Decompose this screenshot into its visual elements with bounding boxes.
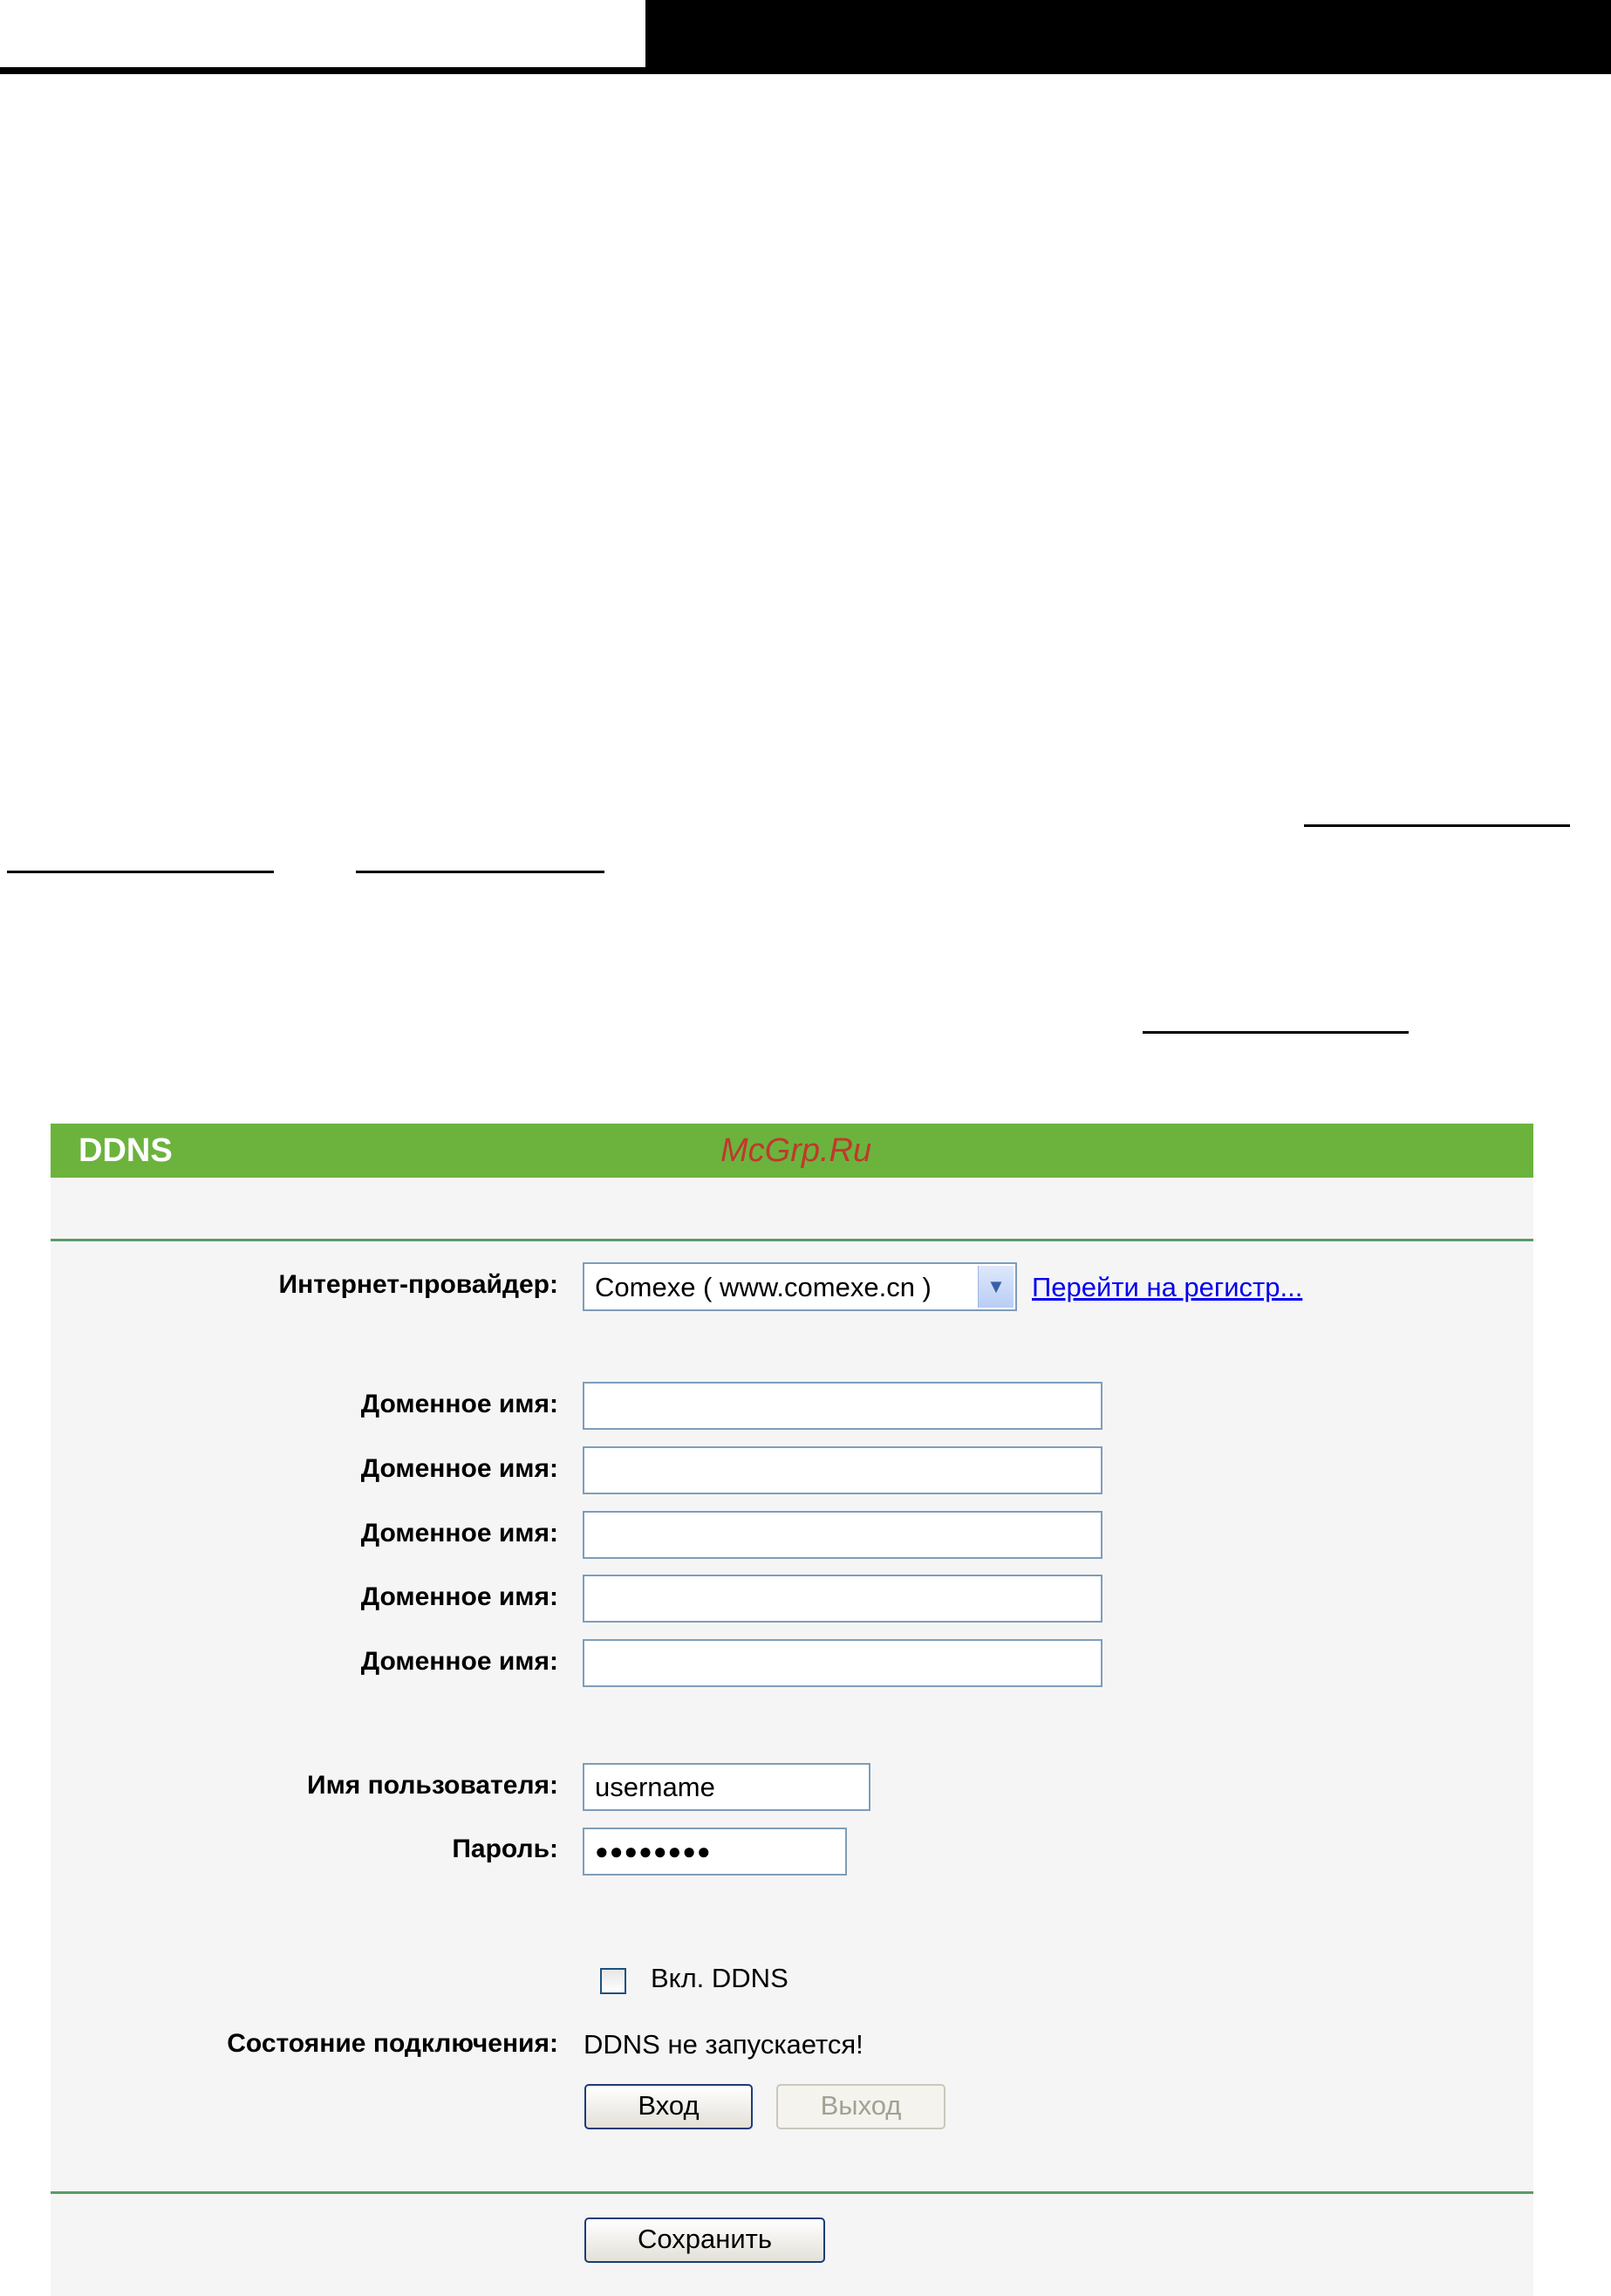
login-button[interactable]: Вход [584,2084,753,2129]
domain-label: Доменное имя: [360,1582,558,1611]
enable-ddns-checkbox[interactable] [600,1968,626,1994]
username-label: Имя пользователя: [307,1771,558,1800]
watermark: McGrp.Ru [720,1132,872,1169]
status-value: DDNS не запускается! [584,2029,864,2060]
register-link[interactable]: Перейти на регистр... [1032,1272,1302,1303]
text-underline [356,871,604,873]
ddns-panel: DDNS McGrp.Ru Интернет-провайдер: Comexe… [51,1124,1533,2296]
provider-select-value: Comexe ( www.comexe.cn ) [595,1272,932,1302]
enable-ddns-label: Вкл. DDNS [651,1963,788,1993]
password-input[interactable] [583,1828,847,1876]
text-underline [7,871,274,873]
domain-input-2[interactable] [583,1446,1102,1494]
panel-title: DDNS [79,1132,173,1169]
domain-input-5[interactable] [583,1639,1102,1687]
domain-label: Доменное имя: [360,1647,558,1676]
username-input[interactable] [583,1763,870,1811]
domain-label: Доменное имя: [360,1454,558,1483]
domain-input-3[interactable] [583,1511,1102,1559]
chevron-down-icon[interactable]: ▼ [978,1266,1014,1308]
header-bar [645,0,1611,74]
domain-input-4[interactable] [583,1575,1102,1623]
provider-select[interactable]: Comexe ( www.comexe.cn ) ▼ [583,1262,1017,1311]
domain-input-1[interactable] [583,1382,1102,1430]
bottom-separator [51,2191,1533,2194]
save-button[interactable]: Сохранить [584,2217,825,2263]
panel-header: DDNS McGrp.Ru [51,1124,1533,1178]
domain-label: Доменное имя: [360,1519,558,1548]
domain-label: Доменное имя: [360,1390,558,1418]
status-label: Состояние подключения: [227,2029,558,2058]
password-label: Пароль: [452,1835,558,1863]
header-rule [0,67,645,74]
top-separator [51,1239,1533,1241]
text-underline [1143,1031,1409,1034]
provider-label: Интернет-провайдер: [278,1270,558,1299]
text-underline [1304,824,1570,827]
logout-button[interactable]: Выход [776,2084,945,2129]
